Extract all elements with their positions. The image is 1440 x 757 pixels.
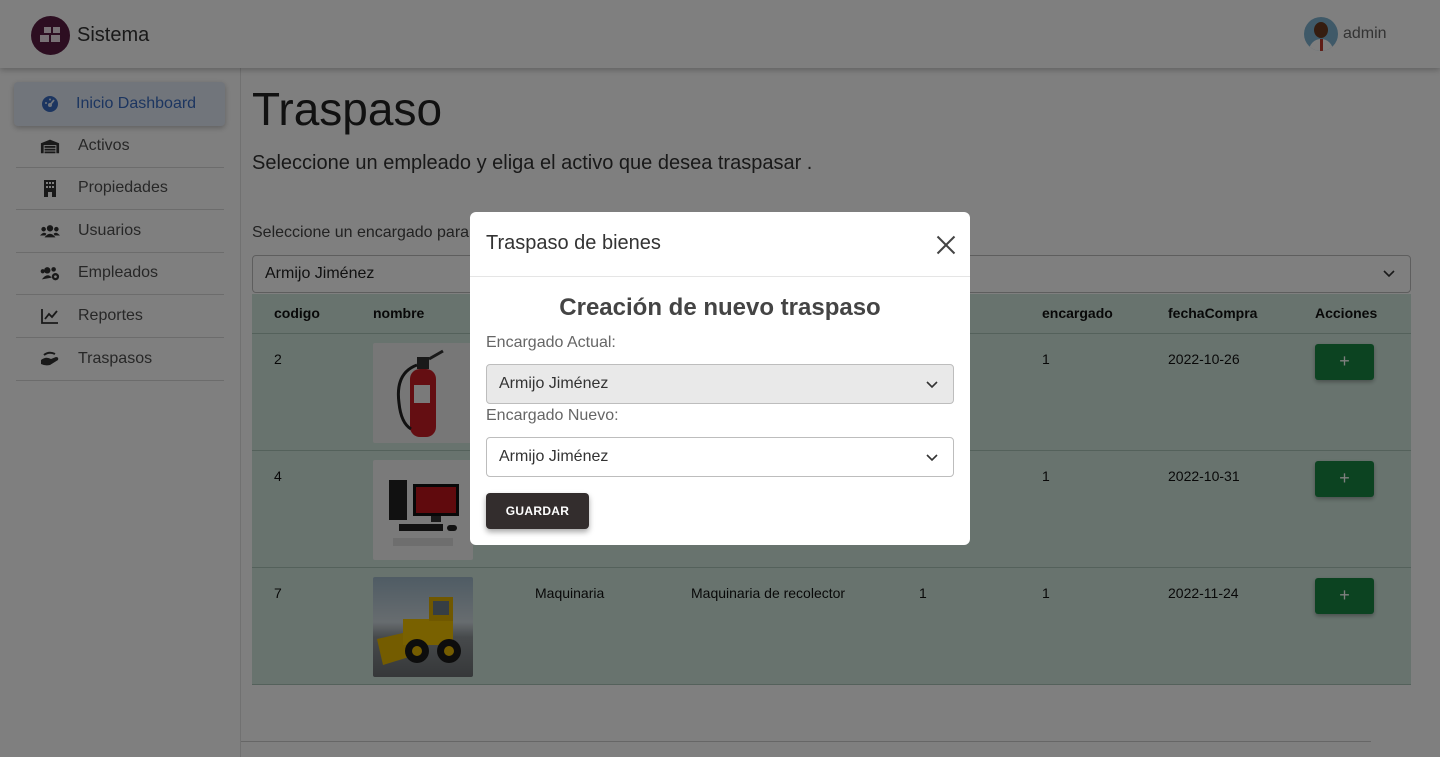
modal-heading: Creación de nuevo traspaso [559,294,881,321]
new-manager-label: Encargado Nuevo: [486,407,619,424]
save-button[interactable]: GUARDAR [486,493,589,529]
modal-header: Traspaso de bienes [470,212,970,277]
chevron-down-icon [926,454,938,462]
close-icon[interactable] [936,235,955,254]
new-manager-select[interactable]: Armijo Jiménez [486,437,954,477]
current-manager-value: Armijo Jiménez [499,375,609,392]
modal-title: Traspaso de bienes [486,232,661,254]
chevron-down-icon [926,381,938,389]
current-manager-label: Encargado Actual: [486,334,616,351]
new-manager-value: Armijo Jiménez [499,448,609,465]
transfer-modal: Traspaso de bienes Creación de nuevo tra… [470,212,970,545]
current-manager-select: Armijo Jiménez [486,364,954,404]
